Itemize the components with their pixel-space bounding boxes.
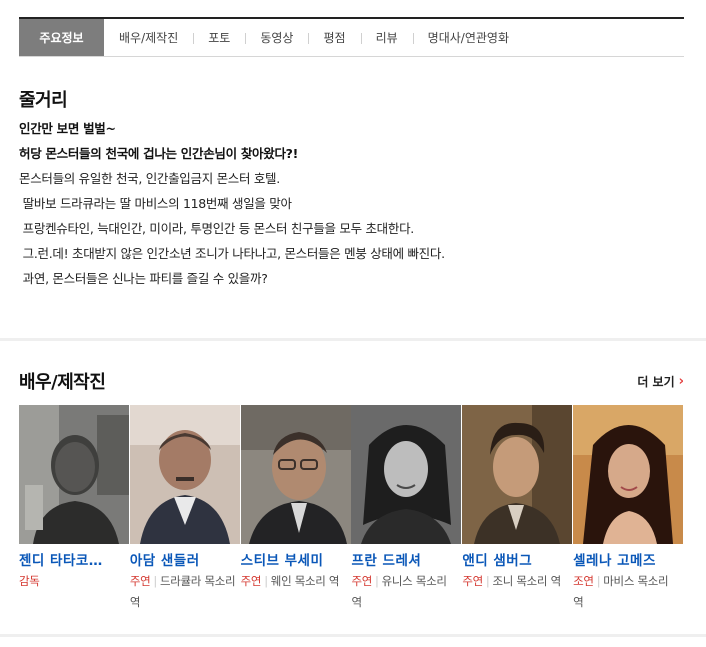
cast-card[interactable]: 아담 샌들러 주연 | 드라큘라 목소리 역 bbox=[129, 405, 241, 613]
synopsis-line: 몬스터들의 유일한 천국, 인간출입금지 몬스터 호텔. bbox=[19, 171, 280, 186]
cast-role-type: 주연 bbox=[129, 574, 151, 588]
tab-video[interactable]: 동영상 bbox=[245, 19, 308, 56]
role-separator: | bbox=[596, 574, 601, 588]
cast-card[interactable]: 앤디 샘버그 주연 | 조니 목소리 역 bbox=[462, 405, 573, 613]
chevron-right-icon: › bbox=[678, 374, 684, 389]
more-cast-link[interactable]: 더 보기 › bbox=[637, 373, 684, 390]
role-separator: | bbox=[264, 574, 268, 588]
synopsis-line: 딸바보 드라큐라는 딸 마비스의 118번째 생일을 맞아 bbox=[19, 196, 292, 211]
tab-main-info[interactable]: 주요정보 bbox=[19, 19, 104, 56]
cast-role: 주연 | 유니스 목소리 역 bbox=[351, 571, 459, 613]
synopsis-title: 줄거리 bbox=[19, 90, 68, 111]
tab-photo[interactable]: 포토 bbox=[193, 19, 245, 56]
cast-role-text: 조니 목소리 역 bbox=[492, 574, 561, 588]
cast-role: 주연 | 드라큘라 목소리 역 bbox=[130, 571, 238, 613]
tab-quotes-related[interactable]: 명대사/연관영화 bbox=[412, 19, 524, 56]
cast-name[interactable]: 셀레나 고메즈 bbox=[573, 549, 683, 569]
section-divider bbox=[0, 338, 706, 341]
tab-bar: 주요정보 배우/제작진 포토 동영상 평점 리뷰 명대사/연관영화 bbox=[19, 17, 684, 57]
cast-card[interactable]: 프란 드레셔 주연 | 유니스 목소리 역 bbox=[351, 405, 462, 613]
tab-rating[interactable]: 평점 bbox=[308, 19, 360, 56]
cast-photo[interactable] bbox=[19, 405, 129, 544]
cast-list: 젠디 타타코… 감독 아담 샌들러 주연 | 드라큘라 목소리 역 스티브 부세… bbox=[19, 405, 684, 613]
synopsis-line: 과연, 몬스터들은 신나는 파티를 즐길 수 있을까? bbox=[19, 271, 268, 286]
cast-name[interactable]: 젠디 타타코… bbox=[19, 549, 129, 569]
cast-photo[interactable] bbox=[129, 405, 240, 544]
role-separator: | bbox=[375, 574, 379, 588]
cast-photo[interactable] bbox=[351, 405, 462, 544]
cast-role: 조연 | 마비스 목소리 역 bbox=[573, 571, 681, 613]
cast-role-text: 웨인 목소리 역 bbox=[270, 574, 340, 588]
synopsis-line: 인간만 보면 벌벌~ bbox=[19, 121, 116, 136]
cast-photo[interactable] bbox=[462, 405, 573, 544]
cast-section-title: 배우/제작진 bbox=[19, 372, 106, 393]
cast-name[interactable]: 프란 드레셔 bbox=[351, 549, 461, 569]
cast-role: 주연 | 웨인 목소리 역 bbox=[241, 571, 349, 592]
cast-name[interactable]: 아담 샌들러 bbox=[130, 549, 240, 569]
synopsis-line: 프랑켄슈타인, 늑대인간, 미이라, 투명인간 등 몬스터 친구들을 모두 초대… bbox=[19, 221, 415, 236]
cast-role-type: 주연 bbox=[351, 574, 373, 588]
cast-photo[interactable] bbox=[573, 405, 684, 544]
role-separator: | bbox=[485, 574, 490, 588]
synopsis-line: 그.런.데! 초대받지 않은 인간소년 조니가 나타나고, 몬스터들은 멘붕 상… bbox=[19, 246, 445, 261]
cast-card[interactable]: 젠디 타타코… 감독 bbox=[19, 405, 130, 613]
cast-card[interactable]: 셀레나 고메즈 조연 | 마비스 목소리 역 bbox=[573, 405, 684, 613]
cast-card[interactable]: 스티브 부세미 주연 | 웨인 목소리 역 bbox=[240, 405, 352, 613]
tab-cast-crew[interactable]: 배우/제작진 bbox=[104, 19, 193, 56]
cast-name[interactable]: 앤디 샘버그 bbox=[462, 549, 572, 569]
tab-review[interactable]: 리뷰 bbox=[360, 19, 413, 56]
synopsis-body: 인간만 보면 벌벌~ 허당 몬스터들의 천국에 겁나는 인간손님이 찾아왔다?!… bbox=[19, 116, 684, 291]
synopsis-line: 허당 몬스터들의 천국에 겁나는 인간손님이 찾아왔다?! bbox=[19, 146, 299, 161]
cast-photo[interactable] bbox=[240, 405, 351, 544]
cast-role-type: 주연 bbox=[240, 574, 262, 588]
cast-name[interactable]: 스티브 부세미 bbox=[241, 549, 351, 569]
cast-role-type: 감독 bbox=[19, 574, 40, 588]
cast-role: 주연 | 조니 목소리 역 bbox=[462, 571, 570, 592]
cast-role: 감독 bbox=[19, 571, 127, 592]
section-divider bbox=[0, 634, 706, 637]
cast-role-type: 조연 bbox=[573, 574, 594, 588]
role-separator: | bbox=[153, 574, 157, 588]
cast-role-type: 주연 bbox=[462, 574, 483, 588]
